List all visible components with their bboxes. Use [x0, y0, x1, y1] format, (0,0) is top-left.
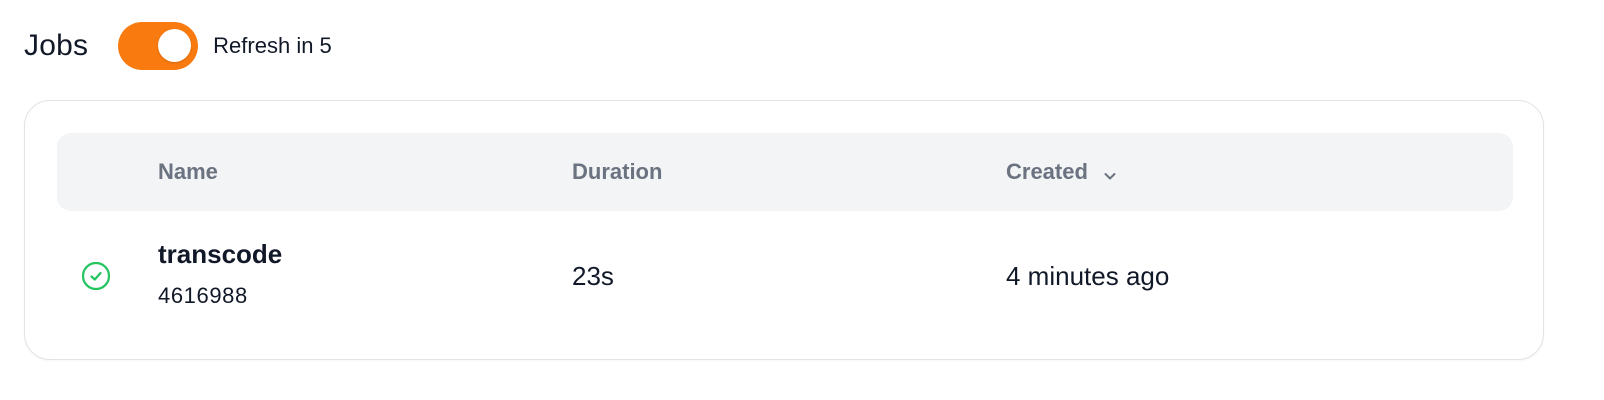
job-id: 4616988	[158, 283, 248, 308]
table-header: Name Duration Created	[57, 133, 1513, 211]
job-created: 4 minutes ago	[1006, 261, 1170, 291]
table-row[interactable]: transcode 4616988 23s 4 minutes ago	[57, 211, 1513, 341]
job-duration: 23s	[572, 261, 614, 291]
check-circle-icon	[81, 261, 111, 291]
column-header-created-label: Created	[1006, 159, 1088, 184]
chevron-down-icon[interactable]	[1102, 164, 1118, 180]
jobs-page: Jobs Refresh in 5 Name Duration Created	[0, 0, 1604, 400]
toggle-knob	[158, 29, 192, 62]
job-name[interactable]: transcode	[158, 239, 282, 270]
column-header-name: Name	[158, 159, 218, 184]
auto-refresh-toggle[interactable]	[118, 22, 199, 70]
column-header-duration: Duration	[572, 159, 663, 184]
refresh-countdown: Refresh in 5	[213, 33, 332, 58]
page-title: Jobs	[24, 29, 89, 62]
column-header-created[interactable]: Created	[1006, 133, 1118, 211]
jobs-table-card: Name Duration Created transcode 4616988	[24, 100, 1544, 360]
page-header: Jobs Refresh in 5	[24, 22, 332, 70]
